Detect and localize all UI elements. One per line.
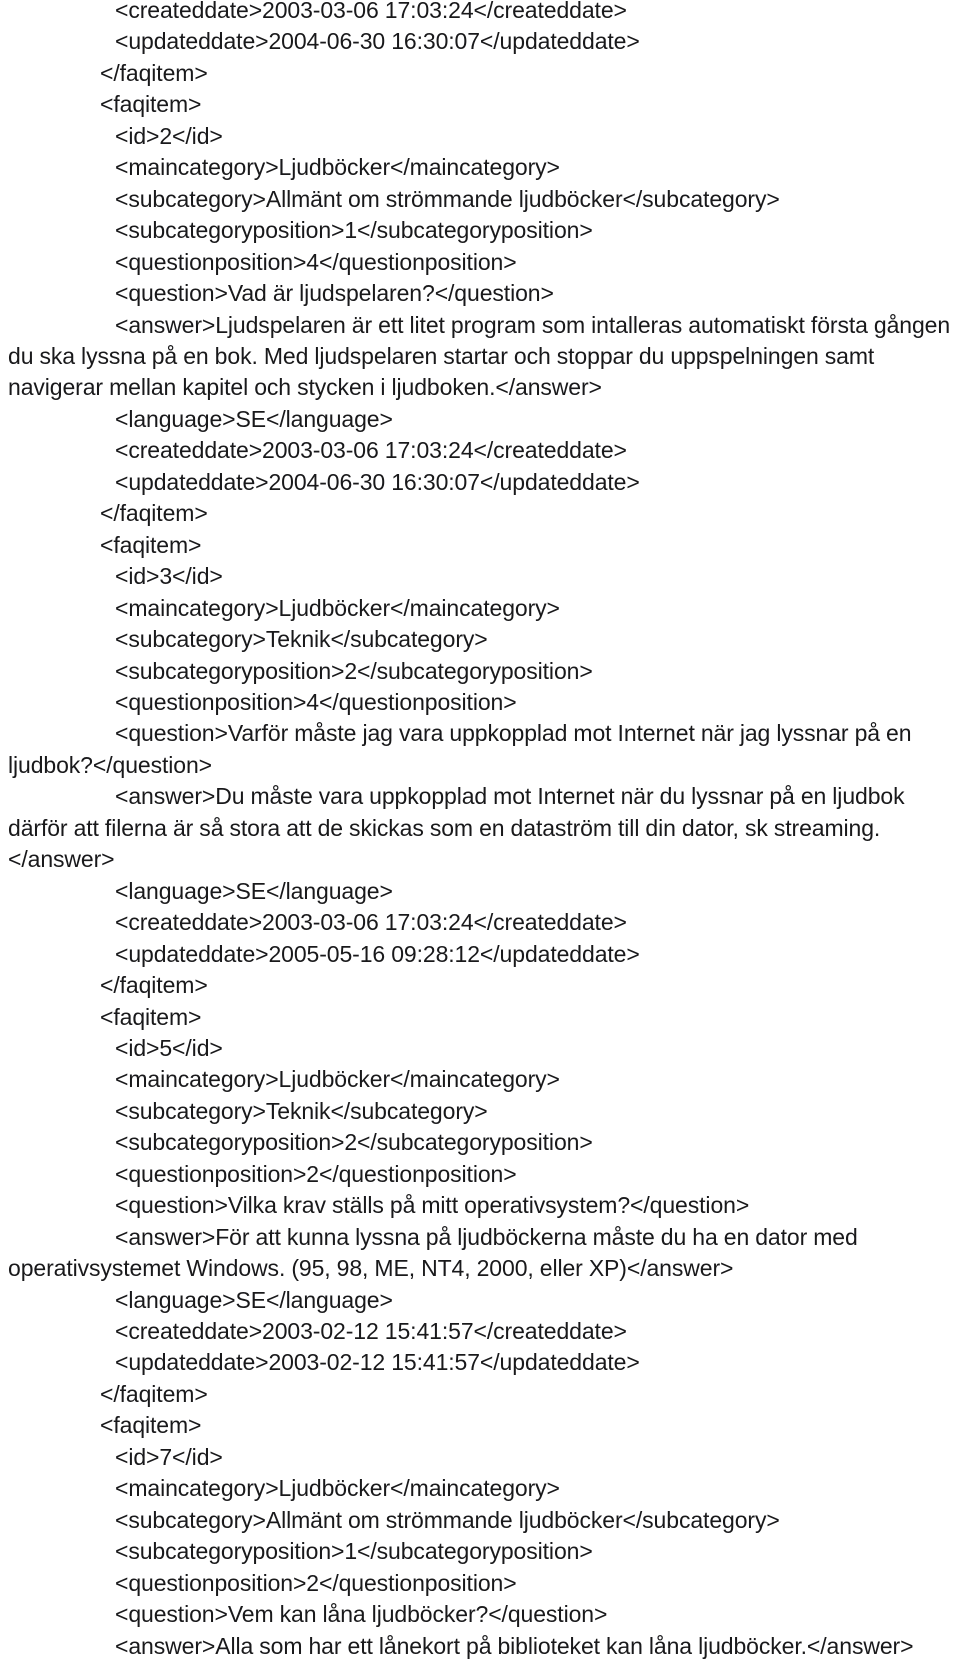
xml-line: <faqitem> xyxy=(100,91,202,118)
xml-line: <updateddate>2004-06-30 16:30:07</update… xyxy=(115,468,640,495)
xml-line: <maincategory>Ljudböcker</maincategory> xyxy=(115,154,560,181)
xml-line: <faqitem> xyxy=(100,531,202,558)
xml-line: <maincategory>Ljudböcker</maincategory> xyxy=(115,1066,560,1093)
xml-line: <language>SE</language> xyxy=(115,877,393,904)
xml-line: <id>7</id> xyxy=(115,1443,223,1470)
xml-line: <question>Vad är ljudspelaren?</question… xyxy=(115,280,554,307)
xml-line: <questionposition>4</questionposition> xyxy=(115,688,517,715)
xml-line: <maincategory>Ljudböcker</maincategory> xyxy=(115,1475,560,1502)
xml-line: <language>SE</language> xyxy=(115,1286,393,1313)
xml-line: <answer>Du måste vara uppkopplad mot Int… xyxy=(8,783,911,873)
xml-line: <subcategory>Teknik</subcategory> xyxy=(115,1097,488,1124)
xml-line: <language>SE</language> xyxy=(115,405,393,432)
xml-line: <questionposition>2</questionposition> xyxy=(115,1569,517,1596)
xml-line: <questionposition>4</questionposition> xyxy=(115,248,517,275)
xml-line: <createddate>2003-03-06 17:03:24</create… xyxy=(115,437,627,464)
xml-source-listing: <createddate>2003-03-06 17:03:24</create… xyxy=(0,0,960,1662)
xml-line: <createddate>2003-03-06 17:03:24</create… xyxy=(115,0,627,23)
xml-line: <updateddate>2005-05-16 09:28:12</update… xyxy=(115,940,640,967)
xml-line: <subcategoryposition>2</subcategoryposit… xyxy=(115,1129,593,1156)
xml-line: </faqitem> xyxy=(100,500,208,527)
xml-line: <faqitem> xyxy=(100,1003,202,1030)
xml-line: </faqitem> xyxy=(100,1380,208,1407)
xml-line: <question>Vem kan låna ljudböcker?</ques… xyxy=(115,1601,608,1628)
xml-line: <answer>Alla som har ett lånekort på bib… xyxy=(115,1632,914,1659)
xml-line: <updateddate>2003-02-12 15:41:57</update… xyxy=(115,1349,640,1376)
xml-line: <id>2</id> xyxy=(115,122,223,149)
xml-line: <answer>För att kunna lyssna på ljudböck… xyxy=(8,1223,864,1282)
xml-line: <createddate>2003-03-06 17:03:24</create… xyxy=(115,909,627,936)
xml-line: <question>Vilka krav ställs på mitt oper… xyxy=(115,1192,750,1219)
xml-line: <subcategory>Allmänt om strömmande ljudb… xyxy=(115,1506,780,1533)
xml-line: <subcategoryposition>1</subcategoryposit… xyxy=(115,217,593,244)
xml-line: <id>5</id> xyxy=(115,1034,223,1061)
xml-line: </faqitem> xyxy=(100,59,208,86)
xml-line: <subcategory>Allmänt om strömmande ljudb… xyxy=(115,185,780,212)
xml-line: <answer>Ljudspelaren är ett litet progra… xyxy=(8,311,957,401)
xml-line: <createddate>2003-02-12 15:41:57</create… xyxy=(115,1318,627,1345)
xml-line: <questionposition>2</questionposition> xyxy=(115,1160,517,1187)
xml-line: <subcategory>Teknik</subcategory> xyxy=(115,626,488,653)
xml-line: <question>Varför måste jag vara uppkoppl… xyxy=(8,720,918,778)
xml-line: <updateddate>2004-06-30 16:30:07</update… xyxy=(115,28,640,55)
xml-line: <maincategory>Ljudböcker</maincategory> xyxy=(115,594,560,621)
xml-line: <faqitem> xyxy=(100,1412,202,1439)
xml-line: <subcategoryposition>1</subcategoryposit… xyxy=(115,1538,593,1565)
xml-line: <id>3</id> xyxy=(115,563,223,590)
xml-line: <subcategoryposition>2</subcategoryposit… xyxy=(115,657,593,684)
xml-line: </faqitem> xyxy=(100,972,208,999)
